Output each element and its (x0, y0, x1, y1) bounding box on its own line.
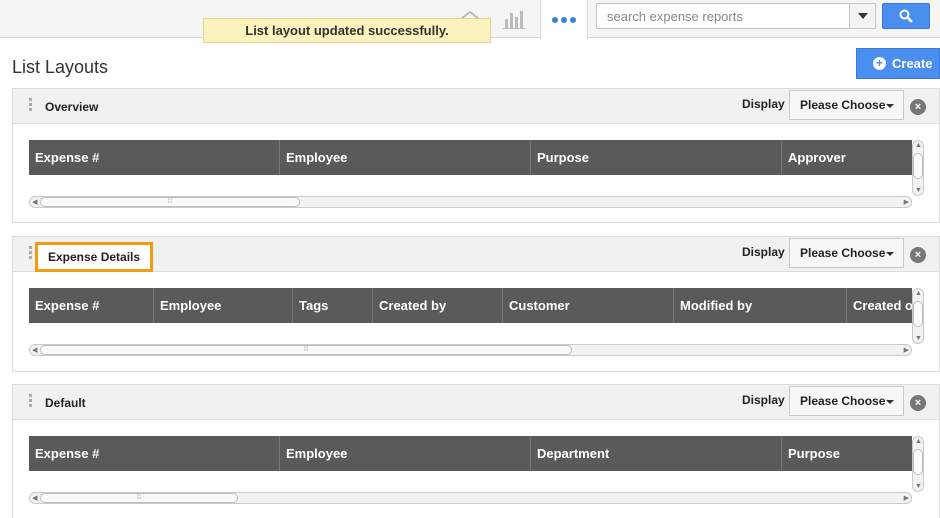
layout-panel-default: Default Display Please Choose × Expense … (12, 384, 940, 518)
panel-header: Expense Details Display Please Choose × (13, 237, 939, 272)
column-header[interactable]: Created by (373, 288, 503, 323)
vertical-scrollbar[interactable]: ▲ ▼ (912, 288, 924, 344)
bar-chart-icon[interactable] (496, 0, 532, 38)
panel-header: Overview Display Please Choose × (13, 89, 939, 124)
scroll-thumb[interactable]: ⁞⁞⁞ (40, 197, 300, 207)
vertical-scrollbar[interactable]: ▲ ▼ (912, 140, 924, 196)
page-title: List Layouts (12, 57, 109, 77)
display-select-value: Please Choose (800, 394, 886, 408)
display-label: Display (742, 97, 785, 111)
panel-title: Overview (45, 100, 99, 114)
search-box (596, 3, 876, 29)
column-header[interactable]: Tags (293, 288, 373, 323)
column-header[interactable]: Created on (847, 288, 912, 323)
column-header[interactable]: Department (531, 436, 782, 471)
display-select-value: Please Choose (800, 98, 886, 112)
column-header[interactable]: Expense # (29, 288, 154, 323)
caret-down-icon (886, 104, 894, 108)
close-icon[interactable]: × (910, 99, 926, 115)
create-button-label: Create (892, 56, 933, 71)
search-button[interactable] (882, 3, 930, 29)
column-header[interactable]: Employee (280, 140, 531, 175)
vertical-scrollbar[interactable]: ▲ ▼ (912, 436, 924, 492)
display-select[interactable]: Please Choose (789, 386, 904, 416)
grid-header: Expense # Employee Purpose Approver (29, 140, 912, 175)
search-input[interactable] (597, 4, 849, 28)
search-icon (899, 9, 913, 23)
display-label: Display (742, 245, 785, 259)
panel-title: Default (45, 396, 86, 410)
caret-down-icon (886, 252, 894, 256)
close-icon[interactable]: × (910, 247, 926, 263)
column-header[interactable]: Expense # (29, 436, 280, 471)
display-select[interactable]: Please Choose (789, 238, 904, 268)
drag-handle-icon[interactable] (29, 98, 32, 113)
drag-handle-icon[interactable] (29, 394, 32, 409)
panel-title[interactable]: Expense Details (35, 242, 154, 272)
drag-handle-icon[interactable] (29, 246, 32, 261)
column-header[interactable]: Employee (154, 288, 293, 323)
scroll-thumb[interactable]: ⁞⁞⁞ (40, 493, 238, 503)
layout-panel-expense-details: Expense Details Display Please Choose × … (12, 236, 940, 372)
panel-header: Default Display Please Choose × (13, 385, 939, 420)
layout-panel-overview: Overview Display Please Choose × Expense… (12, 88, 940, 223)
caret-down-icon (886, 400, 894, 404)
display-select[interactable]: Please Choose (789, 90, 904, 120)
search-dropdown-button[interactable] (849, 4, 875, 28)
horizontal-scrollbar[interactable]: ◀ ⁞⁞⁞ ▶ (29, 492, 912, 504)
column-header[interactable]: Modified by (674, 288, 847, 323)
grid-header: Expense # Employee Tags Created by Custo… (29, 288, 912, 323)
column-header[interactable]: Purpose (782, 436, 912, 471)
display-select-value: Please Choose (800, 246, 886, 260)
grid-header: Expense # Employee Department Purpose (29, 436, 912, 471)
column-header[interactable]: Expense # (29, 140, 280, 175)
plus-circle-icon: + (873, 57, 886, 70)
scroll-thumb[interactable]: ⁞⁞⁞ (40, 345, 572, 355)
close-icon[interactable]: × (910, 395, 926, 411)
column-header[interactable]: Employee (280, 436, 531, 471)
column-header[interactable]: Approver (782, 140, 912, 175)
create-button[interactable]: + Create (856, 48, 940, 79)
horizontal-scrollbar[interactable]: ◀ ⁞⁞⁞ ▶ (29, 196, 912, 208)
more-dots-icon[interactable] (540, 0, 588, 39)
chevron-down-icon (857, 13, 868, 19)
horizontal-scrollbar[interactable]: ◀ ⁞⁞⁞ ▶ (29, 344, 912, 356)
display-label: Display (742, 393, 785, 407)
column-header[interactable]: Purpose (531, 140, 782, 175)
column-header[interactable]: Customer (503, 288, 674, 323)
success-toast: List layout updated successfully. (203, 18, 491, 43)
